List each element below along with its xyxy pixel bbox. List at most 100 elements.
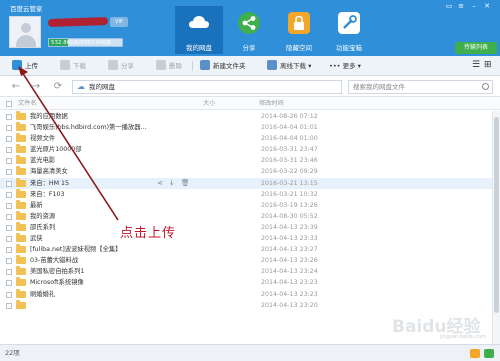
address-bar: ← → ⟳ ☁ 我的网盘 搜索我的网盘文件 — [0, 77, 500, 97]
file-row[interactable]: 最新 2016-03-19 13:26 — [0, 199, 492, 211]
file-row[interactable]: 来自：HM 15 2016-03-21 13:15 ⋖ ↓ 🗑︎ — [0, 177, 492, 189]
file-row[interactable]: 飞哥娱乐(bbs.hdbird.com)第一播放器... 2016-04-04 0… — [0, 122, 492, 133]
transfer-list-button[interactable]: 传输列表 — [455, 42, 497, 54]
file-row[interactable]: 武侠 2014-04-13 23:33 — [0, 233, 492, 244]
file-row[interactable]: 2014-04-13 23:20 — [0, 299, 492, 311]
file-name[interactable]: 刷婚婚礼 — [30, 289, 55, 300]
file-name[interactable]: 邵氏系列 — [30, 222, 55, 233]
skin-icon[interactable]: ▭ — [444, 2, 454, 10]
grid-view-icon[interactable]: ⊞ — [484, 59, 492, 71]
trash-icon[interactable]: 🗑︎ — [181, 179, 190, 187]
share-icon[interactable]: ⋖ — [157, 179, 163, 187]
file-row[interactable]: Microsoft系统镜像 2014-04-13 23:23 — [0, 277, 492, 288]
column-name[interactable]: 文件名 — [18, 98, 37, 109]
file-name[interactable]: 来自：F103 — [30, 189, 65, 200]
new-folder-button[interactable]: 新建文件夹 — [200, 60, 246, 72]
close-icon[interactable]: ✕ — [482, 2, 492, 10]
download-icon[interactable]: ↓ — [169, 179, 175, 187]
file-name[interactable]: 视频文件 — [30, 133, 55, 144]
row-checkbox[interactable] — [6, 247, 12, 254]
tab-share[interactable]: 分享 — [225, 6, 273, 54]
file-row[interactable]: 蓝光电影 2016-03-31 23:46 — [0, 155, 492, 166]
share-button[interactable]: 分享 — [108, 60, 134, 72]
download-label: 下载 — [73, 62, 86, 70]
file-name[interactable]: 飞哥娱乐(bbs.hdbird.com)第一播放器... — [30, 122, 147, 133]
row-checkbox[interactable] — [6, 224, 12, 231]
vip-badge[interactable]: VIP — [110, 17, 128, 27]
row-checkbox[interactable] — [6, 236, 12, 243]
scrollbar-thumb[interactable] — [494, 117, 499, 313]
file-row[interactable]: 刷婚婚礼 2014-04-13 23:23 — [0, 288, 492, 300]
row-checkbox[interactable] — [6, 136, 12, 143]
row-checkbox[interactable] — [6, 291, 12, 298]
row-checkbox[interactable] — [6, 202, 12, 209]
file-name[interactable]: [fuliba.net]波波妹视频【全集】 — [30, 244, 121, 255]
folder-icon — [16, 299, 26, 309]
file-name[interactable]: 来自：HM 15 — [30, 178, 69, 189]
column-modified[interactable]: 修改时间 — [259, 98, 284, 109]
toolbar-divider — [192, 61, 193, 71]
file-name[interactable]: 武侠 — [30, 233, 43, 244]
search-input[interactable]: 搜索我的网盘文件 — [348, 80, 493, 94]
row-checkbox[interactable] — [6, 169, 12, 176]
menu-icon[interactable]: ≡ — [456, 2, 466, 10]
file-name[interactable]: 我的资源 — [30, 211, 55, 222]
offline-download-button[interactable]: 离线下载 ▾ — [267, 60, 311, 72]
row-checkbox[interactable] — [6, 258, 12, 265]
delete-button[interactable]: 删除 — [156, 60, 182, 72]
row-checkbox[interactable] — [6, 213, 12, 220]
download-button[interactable]: 下载 — [60, 60, 86, 72]
file-row[interactable]: 邵氏系列 2014-04-13 23:39 — [0, 221, 492, 233]
file-row[interactable]: 美国私密自拍系列1 2014-04-13 23:24 — [0, 266, 492, 277]
avatar[interactable] — [9, 16, 41, 48]
file-name[interactable]: Microsoft系统镜像 — [30, 277, 84, 288]
folder-icon — [16, 111, 26, 120]
select-all-checkbox[interactable] — [6, 101, 12, 107]
file-name[interactable]: 海量高清美女 — [30, 166, 68, 177]
refresh-icon[interactable]: ⟳ — [52, 80, 64, 94]
row-checkbox[interactable] — [6, 180, 12, 187]
file-name[interactable]: 03-苗蕾大蜡料战 — [30, 255, 78, 266]
row-checkbox[interactable] — [6, 114, 12, 120]
file-row[interactable]: 我的资源 2014-08-30 05:52 — [0, 210, 492, 222]
forward-icon[interactable]: → — [30, 80, 42, 94]
file-modified: 2016-03-21 13:15 — [261, 179, 318, 187]
file-modified: 2014-08-26 07:12 — [261, 113, 318, 120]
row-checkbox[interactable] — [6, 302, 12, 309]
file-row[interactable]: 海量高清美女 2016-03-22 09:29 — [0, 166, 492, 177]
file-row[interactable]: 来自：F103 2016-03-21 10:32 — [0, 188, 492, 200]
search-placeholder: 搜索我的网盘文件 — [353, 83, 405, 91]
file-name[interactable]: 蓝光电影 — [30, 155, 55, 166]
file-name[interactable]: 蓝光原片10000部 — [30, 144, 82, 155]
notification-icon[interactable] — [470, 349, 480, 358]
column-header: 文件名 大小 修改时间 — [0, 98, 500, 110]
upload-button[interactable]: 上传 — [12, 60, 38, 72]
file-row[interactable]: 蓝光原片10000部 2016-03-31 23:47 — [0, 144, 492, 155]
file-name[interactable]: 最新 — [30, 200, 43, 211]
status-icon[interactable] — [484, 349, 494, 358]
back-icon[interactable]: ← — [10, 80, 22, 94]
more-button[interactable]: ••• 更多 ▾ — [329, 60, 361, 72]
tab-hidden-space[interactable]: 隐藏空间 — [275, 6, 323, 54]
tab-my-disk[interactable]: 我的网盘 — [175, 6, 223, 54]
row-checkbox[interactable] — [6, 280, 12, 287]
list-view-icon[interactable]: ☰ — [472, 59, 480, 71]
row-checkbox[interactable] — [6, 147, 12, 154]
file-name[interactable]: 我的应用数据 — [30, 111, 68, 122]
row-checkbox[interactable] — [6, 269, 12, 276]
row-checkbox[interactable] — [6, 158, 12, 165]
file-row[interactable]: 03-苗蕾大蜡料战 2014-04-13 23:26 — [0, 255, 492, 266]
breadcrumb-root[interactable]: 我的网盘 — [89, 82, 115, 93]
row-checkbox[interactable] — [6, 191, 12, 198]
file-modified: 2016-03-31 23:46 — [261, 157, 318, 165]
scrollbar[interactable] — [492, 111, 500, 344]
file-row[interactable]: 视频文件 2016-04-04 01:00 — [0, 133, 492, 144]
column-size[interactable]: 大小 — [203, 98, 215, 109]
tab-toolbox[interactable]: 功能宝箱 — [325, 6, 373, 54]
file-row[interactable]: [fuliba.net]波波妹视频【全集】 2014-04-13 23:27 — [0, 244, 492, 255]
minimize-icon[interactable]: – — [469, 2, 479, 10]
row-checkbox[interactable] — [6, 125, 12, 132]
file-name[interactable]: 美国私密自拍系列1 — [30, 266, 84, 277]
search-icon[interactable] — [482, 83, 489, 90]
file-row[interactable]: 我的应用数据 2014-08-26 07:12 — [0, 111, 492, 122]
